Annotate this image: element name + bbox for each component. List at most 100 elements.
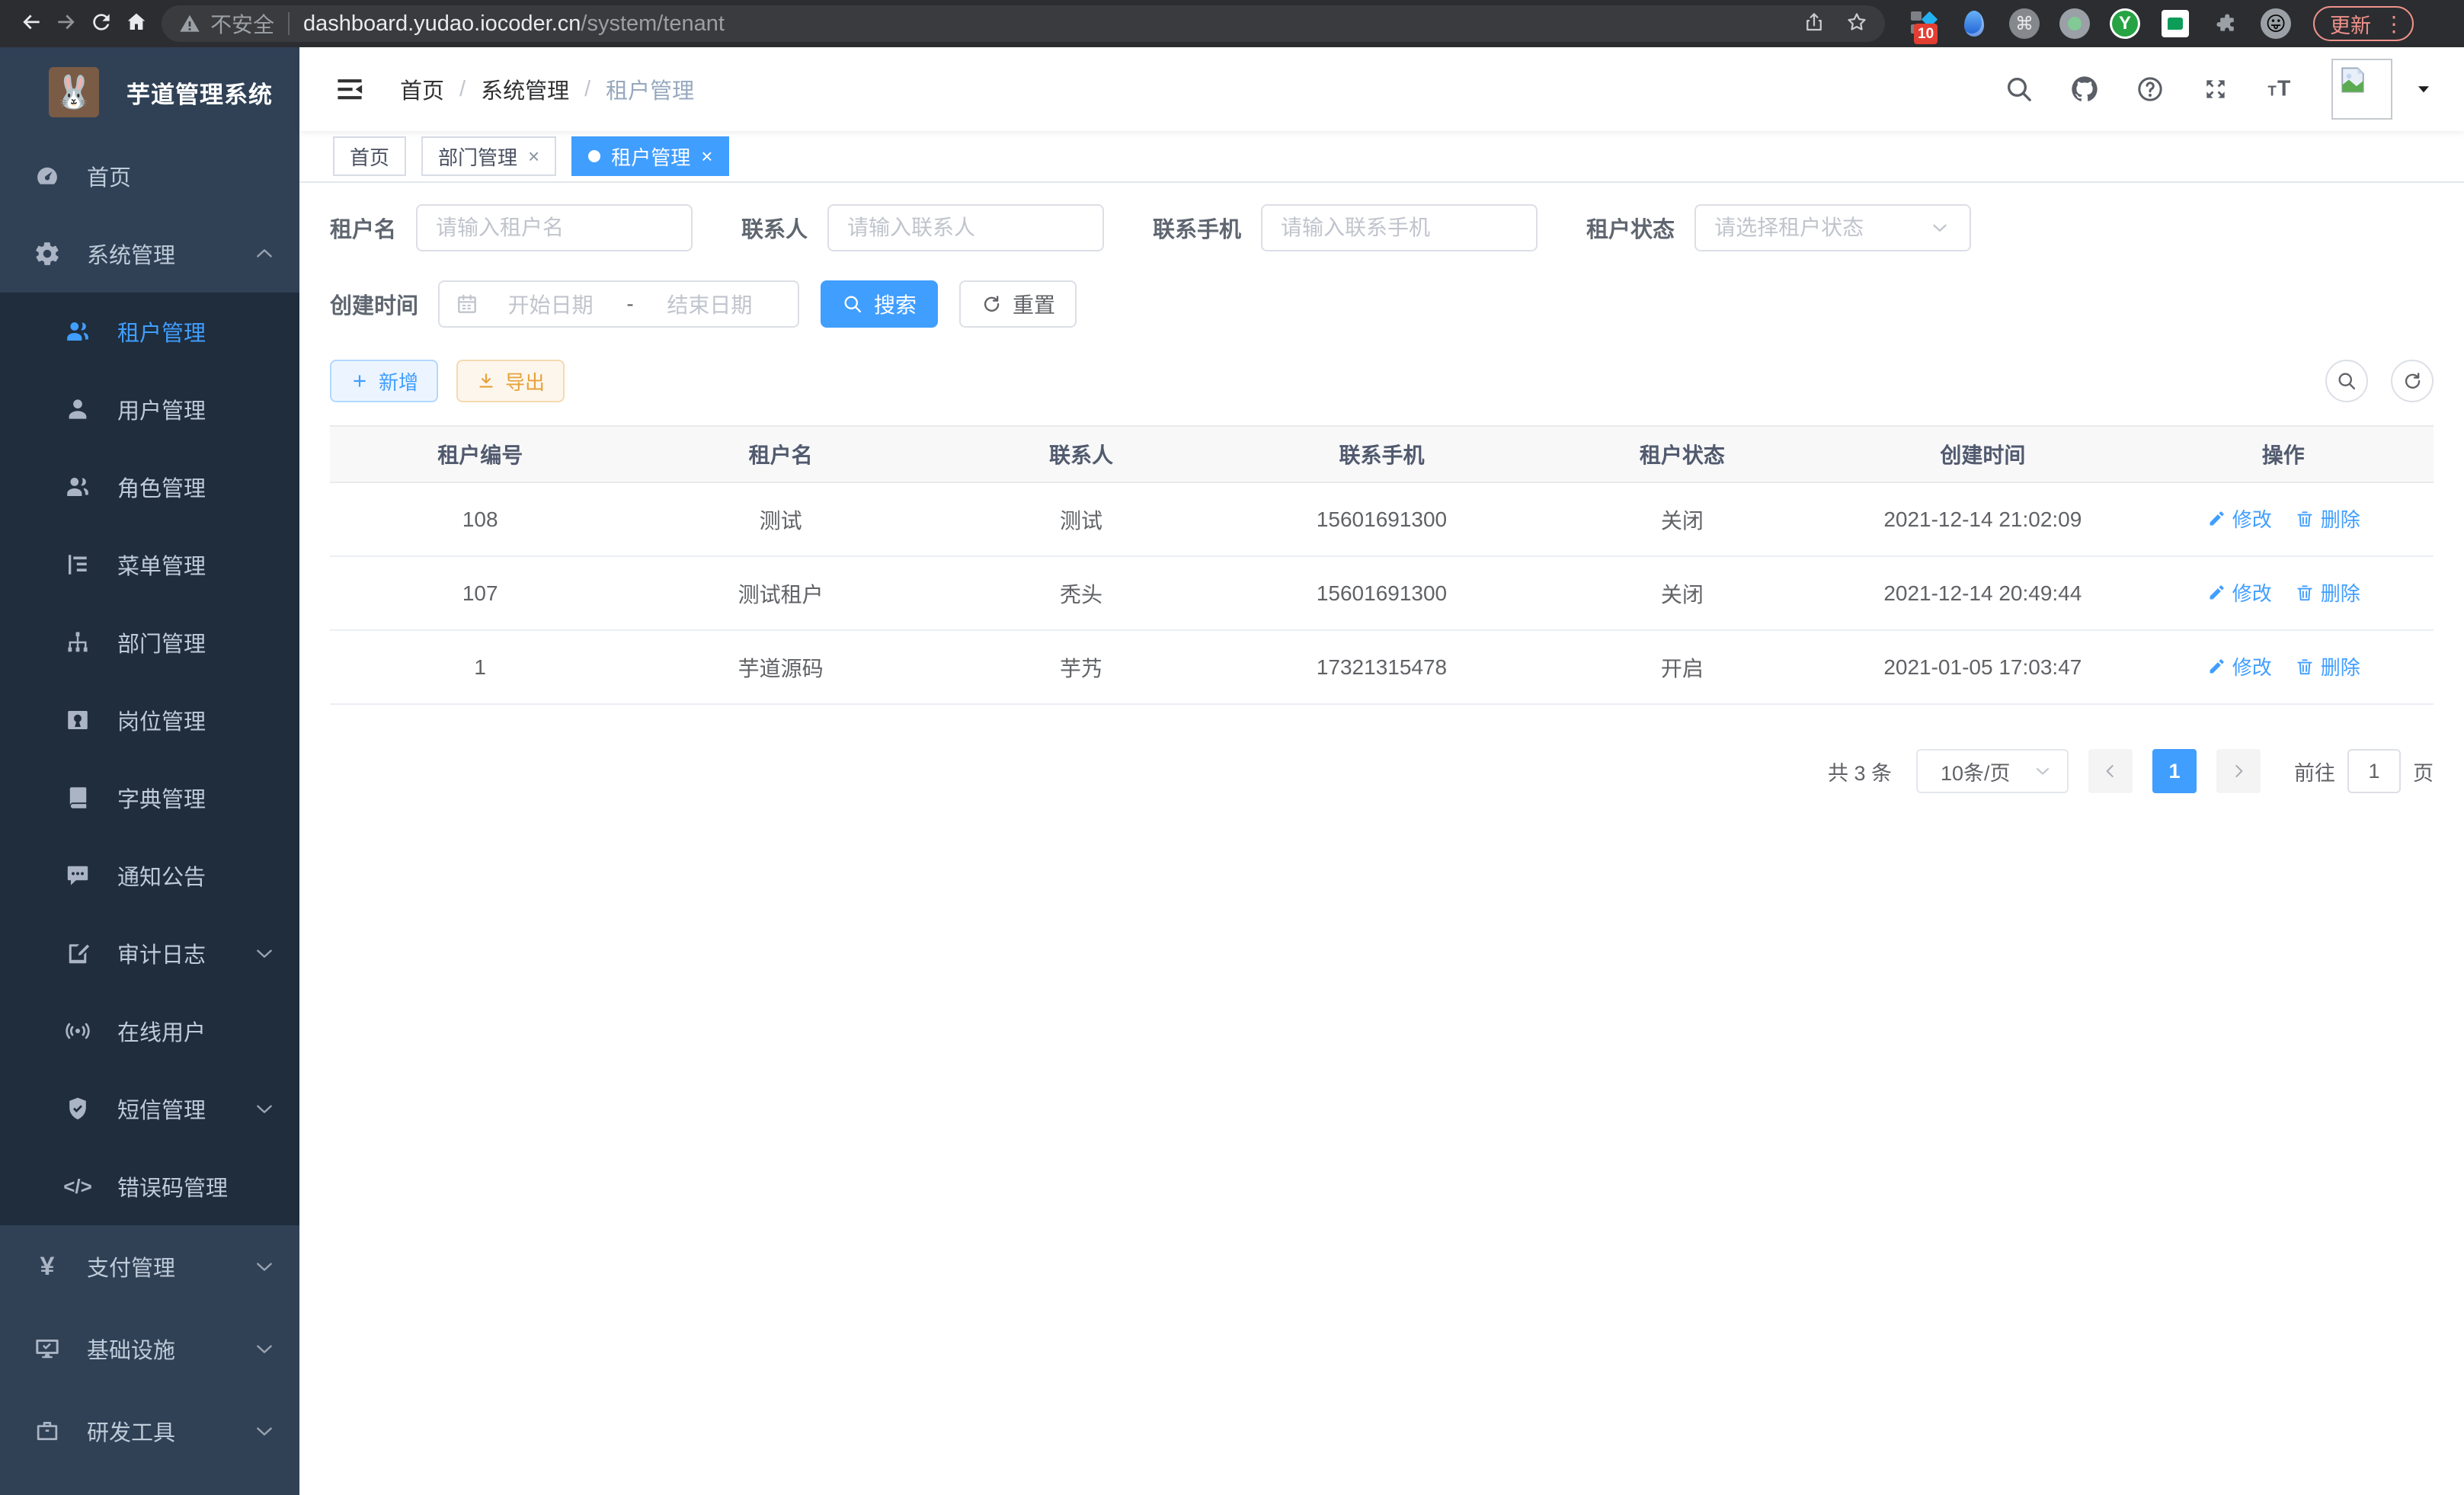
sidebar-item-label: 菜单管理 [117,549,206,581]
add-button[interactable]: 新增 [330,360,438,402]
sidebar-item-dict[interactable]: 字典管理 [0,759,299,837]
search-button[interactable]: 搜索 [821,280,938,328]
browser-back-icon[interactable] [14,6,49,41]
browser-forward-icon[interactable] [49,6,84,41]
security-label[interactable]: 不安全 [210,8,274,39]
sidebar-item-role[interactable]: 角色管理 [0,448,299,526]
browser-reload-icon[interactable] [84,6,119,41]
page-size-select[interactable]: 10条/页 [1916,749,2069,793]
sidebar-item-system[interactable]: 系统管理 [0,215,299,293]
breadcrumb-separator: / [584,77,590,102]
tab-首页[interactable]: 首页 [333,136,406,176]
tab-租户管理[interactable]: 租户管理 × [571,136,729,176]
avatar[interactable] [2331,59,2392,120]
sidebar-item-dev-tool[interactable]: 研发工具 [0,1390,299,1472]
sidebar-item-home[interactable]: 首页 [0,137,299,215]
bookmark-star-icon[interactable] [1845,11,1868,37]
prev-page-button[interactable] [2088,749,2133,793]
breadcrumb-item[interactable]: 系统管理 [481,73,569,105]
current-page-button[interactable]: 1 [2152,749,2197,793]
tenant-name-label: 租户名 [330,212,396,244]
delete-action-link[interactable]: 删除 [2295,652,2360,680]
sidebar-item-label: 首页 [87,160,131,192]
table-body: 108测试测试15601691300关闭2021-12-14 21:02:09修… [330,482,2434,704]
help-icon[interactable] [2135,74,2165,104]
tab-label: 租户管理 [611,142,690,171]
avatar-caret-down-icon[interactable] [2414,79,2434,99]
date-end-placeholder[interactable]: 结束日期 [638,289,781,319]
contact-input[interactable] [847,216,1084,240]
export-button[interactable]: 导出 [456,360,565,402]
sidebar-item-label: 字典管理 [117,782,206,814]
sidebar-logo-row[interactable]: 🐰 芋道管理系统 [0,47,299,137]
tenant-name-input[interactable] [436,216,673,240]
sidebar-item-menu[interactable]: 菜单管理 [0,526,299,603]
chevron-down-icon [252,1254,277,1279]
extensions-puzzle-icon[interactable] [2208,6,2243,41]
share-icon[interactable] [1803,11,1826,37]
command-glyph: ⌘ [2009,8,2040,39]
extension-y-icon[interactable]: Y [2107,6,2142,41]
cell-created: 2021-12-14 21:02:09 [1832,482,2133,556]
fullscreen-icon[interactable] [2200,74,2231,104]
sidebar-item-sms[interactable]: 短信管理 [0,1070,299,1148]
export-button-label: 导出 [505,367,545,395]
extension-record-icon[interactable] [2057,6,2092,41]
sidebar-item-audit-log[interactable]: 审计日志 [0,914,299,992]
sidebar-item-dept[interactable]: 部门管理 [0,603,299,681]
breadcrumb-item[interactable]: 首页 [400,73,444,105]
update-button[interactable]: 更新 ⋮ [2313,6,2414,41]
reset-button[interactable]: 重置 [959,280,1077,328]
update-label: 更新 [2330,9,2371,39]
delete-action-link[interactable]: 删除 [2295,504,2360,533]
sidebar-item-tenant[interactable]: 租户管理 [0,293,299,370]
cell-id: 107 [330,556,630,630]
goto-page-input[interactable] [2347,749,2401,793]
sidebar-item-user[interactable]: 用户管理 [0,370,299,448]
trash-icon [2295,657,2315,677]
extension-emoji-icon[interactable]: 😛 [2258,6,2293,41]
edit-action-label: 修改 [2232,578,2272,607]
browser-menu-icon[interactable]: ⋮ [2383,11,2405,37]
address-bar[interactable]: 不安全 dashboard.yudao.iocoder.cn/system/te… [162,5,1885,42]
tab-close-icon[interactable]: × [528,146,539,166]
status-select-input[interactable] [1714,216,1928,240]
extension-chat-icon[interactable] [2158,6,2193,41]
cell-status: 关闭 [1532,556,1832,630]
sidebar-item-infra[interactable]: 基础设施 [0,1308,299,1390]
sidebar-item-error-code[interactable]: </>错误码管理 [0,1148,299,1225]
browser-home-icon[interactable] [119,6,154,41]
font-size-icon[interactable]: TT [2266,74,2296,104]
svg-text:T: T [2277,76,2290,101]
cell-created: 2021-12-14 20:49:44 [1832,556,2133,630]
delete-action-label: 删除 [2321,578,2360,607]
sidebar-item-online-user[interactable]: 在线用户 [0,992,299,1070]
cell-mobile: 17321315478 [1231,630,1531,704]
date-start-placeholder[interactable]: 开始日期 [479,289,622,319]
search-icon[interactable] [2004,74,2034,104]
edit-action-link[interactable]: 修改 [2206,504,2272,533]
show-search-button[interactable] [2325,360,2368,402]
next-page-button[interactable] [2216,749,2261,793]
edit-action-link[interactable]: 修改 [2206,578,2272,607]
cell-id: 1 [330,630,630,704]
sidebar-item-post[interactable]: 岗位管理 [0,681,299,759]
tool-icon [34,1417,61,1445]
extension-grid-icon[interactable]: 10 [1906,6,1941,41]
sidebar-item-notice[interactable]: 通知公告 [0,837,299,914]
delete-action-link[interactable]: 删除 [2295,578,2360,607]
refresh-button[interactable] [2391,360,2434,402]
sidebar-item-label: 角色管理 [117,471,206,503]
extension-command-icon[interactable]: ⌘ [2007,6,2042,41]
sidebar-fold-icon[interactable] [333,72,366,106]
extension-drop-icon[interactable] [1957,6,1992,41]
github-icon[interactable] [2069,74,2100,104]
tab-部门管理[interactable]: 部门管理× [421,136,556,176]
sidebar-item-label: 系统管理 [87,238,175,270]
sidebar-item-pay[interactable]: ¥支付管理 [0,1225,299,1308]
date-range-picker[interactable]: 开始日期 - 结束日期 [438,280,799,328]
status-select[interactable] [1694,204,1971,251]
edit-action-link[interactable]: 修改 [2206,652,2272,680]
tab-close-icon[interactable]: × [701,146,712,166]
mobile-input[interactable] [1281,216,1518,240]
